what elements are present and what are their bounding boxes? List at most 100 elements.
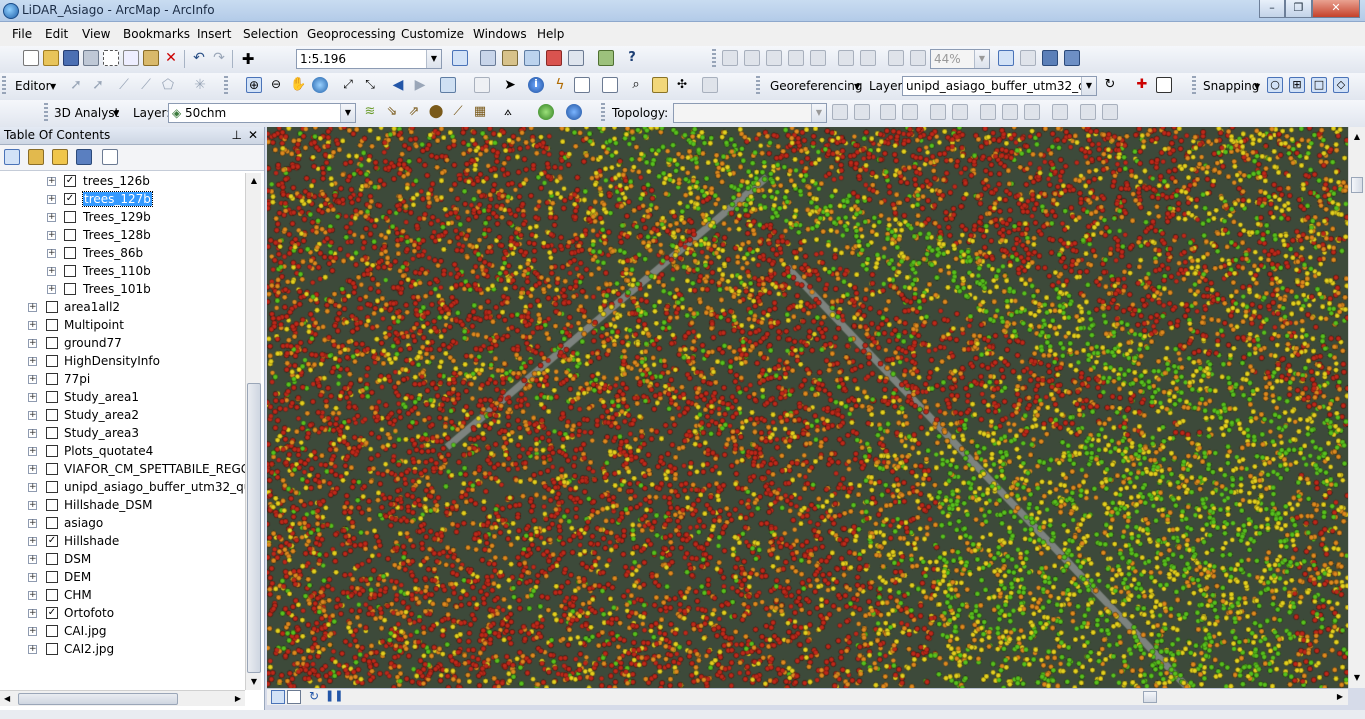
layer-name[interactable]: 77pi — [64, 372, 90, 386]
map-scroll-thumb[interactable] — [1351, 177, 1363, 193]
expand-icon[interactable]: + — [28, 447, 37, 456]
search-window-icon[interactable] — [524, 50, 540, 66]
expand-icon[interactable]: + — [28, 591, 37, 600]
editor-menu[interactable]: Editor — [15, 79, 51, 93]
layer-name[interactable]: Trees_110b — [83, 264, 151, 278]
toc-layer-row[interactable]: + Trees_86b — [0, 245, 245, 263]
expand-icon[interactable]: + — [28, 465, 37, 474]
identify-icon[interactable]: i — [528, 77, 544, 93]
zoom-in-icon[interactable]: ⊕ — [246, 77, 262, 93]
toc-layer-row[interactable]: + CAI2.jpg — [0, 641, 245, 659]
data-driven-pages-icon[interactable] — [1064, 50, 1080, 66]
change-layout-icon[interactable] — [1042, 50, 1058, 66]
line-of-sight-icon[interactable]: ⇗ — [406, 104, 422, 120]
layer-name[interactable]: trees_126b — [83, 174, 150, 188]
expand-icon[interactable]: + — [28, 375, 37, 384]
layer-visibility-checkbox[interactable] — [46, 571, 58, 583]
expand-icon[interactable]: + — [47, 177, 56, 186]
map-horizontal-scrollbar[interactable]: ▶ — [343, 691, 1343, 703]
expand-icon[interactable]: + — [28, 483, 37, 492]
table-of-contents-window-icon[interactable] — [480, 50, 496, 66]
toolbar-grip[interactable] — [756, 76, 760, 96]
expand-icon[interactable]: + — [28, 339, 37, 348]
toolbar-grip[interactable] — [2, 76, 6, 96]
pause-drawing-icon[interactable]: ❚❚ — [325, 689, 343, 702]
contour-icon[interactable]: ≋ — [362, 104, 378, 120]
layer-visibility-checkbox[interactable] — [46, 373, 58, 385]
python-window-icon[interactable] — [568, 50, 584, 66]
map-canvas[interactable] — [267, 127, 1348, 688]
end-snapping-icon[interactable]: ⊞ — [1289, 77, 1305, 93]
layer-name[interactable]: Hillshade — [64, 534, 119, 548]
layer-name[interactable]: CAI.jpg — [64, 624, 107, 638]
layer-name[interactable]: ground77 — [64, 336, 122, 350]
layer-visibility-checkbox[interactable] — [46, 643, 58, 655]
expand-icon[interactable]: + — [47, 249, 56, 258]
layer-name[interactable]: DEM — [64, 570, 91, 584]
toc-layer-row[interactable]: + Study_area3 — [0, 425, 245, 443]
toc-options-icon[interactable] — [102, 149, 118, 165]
pin-icon[interactable]: ⊥ — [232, 128, 242, 142]
fixed-zoom-out-icon[interactable]: ⤡ — [362, 77, 378, 93]
undo-icon[interactable]: ↶ — [191, 50, 207, 66]
layer-visibility-checkbox[interactable] — [64, 265, 76, 277]
layer-visibility-checkbox[interactable]: ✓ — [46, 535, 58, 547]
layer-name[interactable]: Study_area1 — [64, 390, 139, 404]
layer-visibility-checkbox[interactable] — [46, 517, 58, 529]
layer-visibility-checkbox[interactable] — [64, 229, 76, 241]
layer-visibility-checkbox[interactable]: ✓ — [46, 607, 58, 619]
layer-visibility-checkbox[interactable] — [46, 409, 58, 421]
layer-name[interactable]: asiago — [64, 516, 103, 530]
toc-layer-row[interactable]: + ✓ Hillshade — [0, 533, 245, 551]
toc-layer-row[interactable]: + Trees_129b — [0, 209, 245, 227]
layer-name[interactable]: Study_area2 — [64, 408, 139, 422]
layer-name[interactable]: VIAFOR_CM_SPETTABILE_REGGEN — [64, 462, 245, 476]
add-control-points-icon[interactable]: ✚ — [1134, 77, 1150, 93]
chevron-down-icon[interactable]: ▼ — [811, 104, 826, 122]
toc-layer-row[interactable]: + DEM — [0, 569, 245, 587]
expand-icon[interactable]: + — [47, 213, 56, 222]
vertex-snapping-icon[interactable]: □ — [1311, 77, 1327, 93]
toc-layer-row[interactable]: + Trees_110b — [0, 263, 245, 281]
html-popup-icon[interactable] — [574, 77, 590, 93]
save-icon[interactable] — [63, 50, 79, 66]
expand-icon[interactable]: + — [28, 411, 37, 420]
forward-arrow-icon[interactable]: ▶ — [412, 77, 428, 93]
layer-name[interactable]: Study_area3 — [64, 426, 139, 440]
layer-visibility-checkbox[interactable] — [46, 355, 58, 367]
delete-icon[interactable]: ✕ — [163, 50, 179, 66]
refresh-view-icon[interactable]: ↻ — [309, 689, 319, 703]
layer-visibility-checkbox[interactable] — [46, 427, 58, 439]
close-button[interactable]: ✕ — [1312, 0, 1360, 18]
expand-icon[interactable]: + — [28, 303, 37, 312]
topology-combo[interactable]: ▼ — [673, 103, 827, 123]
expand-icon[interactable]: + — [28, 573, 37, 582]
menu-geoprocessing[interactable]: Geoprocessing — [307, 27, 396, 41]
arcmap-globe-icon[interactable] — [3, 3, 19, 19]
map-scale-combo[interactable]: 1:5.196 ▼ — [296, 49, 442, 69]
hyperlink-icon[interactable]: ϟ — [552, 77, 568, 93]
add-data-icon[interactable]: ✚ — [240, 50, 256, 68]
menu-file[interactable]: File — [12, 27, 32, 41]
layer-visibility-checkbox[interactable] — [46, 337, 58, 349]
scroll-right-icon[interactable]: ▶ — [1337, 689, 1343, 705]
menu-windows[interactable]: Windows — [473, 27, 527, 41]
3d-analyst-menu[interactable]: 3D Analyst — [54, 106, 119, 120]
view-link-table-icon[interactable] — [1156, 77, 1172, 93]
toc-vertical-scrollbar[interactable]: ▲ ▼ — [245, 173, 261, 690]
clear-selection-icon[interactable] — [474, 77, 490, 93]
toc-layer-row[interactable]: +77pi — [0, 371, 245, 389]
layer-name[interactable]: Trees_129b — [83, 210, 151, 224]
toc-layer-row[interactable]: + Trees_101b — [0, 281, 245, 299]
georeferencing-menu[interactable]: Georeferencing — [770, 79, 863, 93]
expand-icon[interactable]: + — [28, 357, 37, 366]
menu-help[interactable]: Help — [537, 27, 564, 41]
layer-visibility-checkbox[interactable] — [46, 499, 58, 511]
find-binoculars-icon[interactable]: ⌕ — [628, 77, 644, 93]
toc-layer-row[interactable]: + ✓ trees_127b — [0, 191, 245, 209]
print-icon[interactable] — [83, 50, 99, 66]
model-builder-icon[interactable] — [598, 50, 614, 66]
toc-layer-row[interactable]: + ground77 — [0, 335, 245, 353]
expand-icon[interactable]: + — [28, 501, 37, 510]
go-to-xy-icon[interactable]: ✣ — [674, 77, 690, 93]
